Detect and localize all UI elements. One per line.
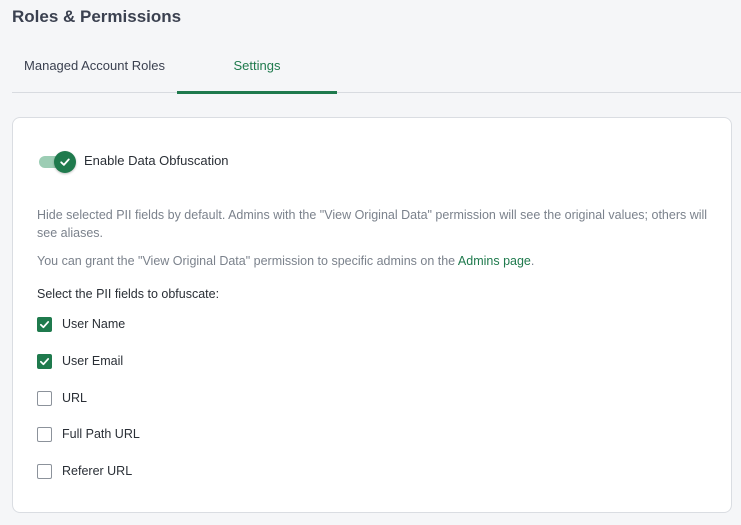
settings-card: Enable Data Obfuscation Hide selected PI…: [12, 117, 732, 513]
pii-option-user-name[interactable]: User Name: [37, 315, 125, 333]
pii-option-url[interactable]: URL: [37, 389, 87, 407]
grant-permission-note: You can grant the "View Original Data" p…: [37, 252, 717, 270]
check-icon: [39, 357, 50, 365]
tab-settings[interactable]: Settings: [177, 48, 337, 94]
url-checkbox[interactable]: [37, 390, 52, 406]
pii-option-user-email[interactable]: User Email: [37, 352, 123, 370]
admins-page-link[interactable]: Admins page: [458, 254, 531, 268]
pii-select-label: Select the PII fields to obfuscate:: [37, 287, 220, 301]
tab-bar: Managed Account Roles Settings: [12, 48, 741, 94]
referer-url-checkbox[interactable]: [37, 463, 52, 479]
page-title: Roles & Permissions: [12, 7, 182, 26]
toggle-label: Enable Data Obfuscation: [84, 153, 229, 168]
pii-option-label: Full Path URL: [62, 427, 140, 441]
check-icon: [39, 320, 50, 328]
obfuscation-description: Hide selected PII fields by default. Adm…: [37, 208, 708, 240]
pii-option-label: User Name: [62, 317, 126, 331]
pii-option-full-path-url[interactable]: Full Path URL: [37, 425, 140, 443]
pii-option-label: Referer URL: [62, 464, 133, 478]
grant-text-end: .: [530, 254, 535, 268]
toggle-knob: [54, 151, 76, 173]
pii-option-label: URL: [62, 391, 88, 405]
user-name-checkbox[interactable]: [37, 316, 52, 332]
pii-option-referer-url[interactable]: Referer URL: [37, 462, 132, 480]
full-path-url-checkbox[interactable]: [37, 426, 52, 442]
pii-option-label: User Email: [62, 354, 124, 368]
check-icon: [60, 158, 70, 166]
tab-managed-account-roles[interactable]: Managed Account Roles: [12, 48, 177, 92]
grant-text: You can grant the "View Original Data" p…: [37, 254, 458, 268]
data-obfuscation-toggle[interactable]: [37, 151, 77, 173]
user-email-checkbox[interactable]: [37, 353, 52, 369]
